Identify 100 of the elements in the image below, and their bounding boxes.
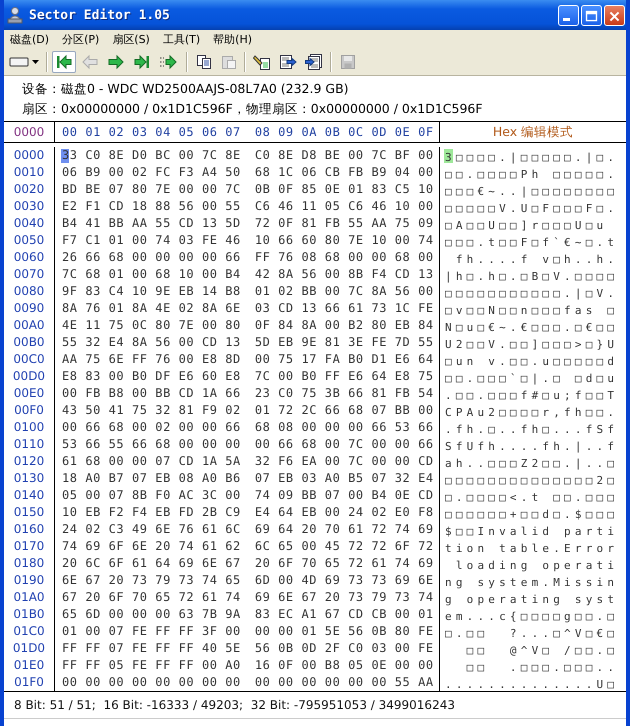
save-icon bbox=[340, 54, 356, 70]
menu-item[interactable]: 工具(T) bbox=[160, 32, 208, 47]
offset-cell: 0100 bbox=[14, 419, 44, 436]
text-cell: tion table.Error bbox=[445, 542, 618, 555]
hex-bytes: 6E 67 20 73 79 73 74 65 bbox=[62, 572, 241, 589]
offset-cell: 0040 bbox=[14, 215, 44, 232]
hex-bytes: 00 FB B8 00 BB CD 1A 66 bbox=[62, 385, 241, 402]
hex-bytes: 00 00 00 00 00 00 00 00 bbox=[62, 674, 241, 691]
offset-cell: 00D0 bbox=[12, 368, 46, 385]
hex-bytes: 83 EC A1 67 CD CB 00 01 bbox=[254, 606, 434, 623]
hex-bytes: 6D 00 4D 69 73 73 69 6E bbox=[254, 572, 434, 589]
minimize-button[interactable] bbox=[558, 4, 579, 26]
hex-bytes: 61 68 00 00 07 CD 1A 5A bbox=[62, 453, 241, 470]
hex-bytes: 65 6D 00 00 00 63 7B 9A bbox=[62, 606, 241, 623]
offset-cell: 0180 bbox=[14, 555, 44, 572]
hex-bytes: 05 00 07 8B F0 AC 3C 00 bbox=[62, 487, 241, 504]
offset-cell: 01D0 bbox=[12, 640, 46, 657]
offset-cell: 00A0 bbox=[13, 317, 45, 334]
menu-item[interactable]: 分区(P) bbox=[60, 32, 106, 47]
offset-cell: 0110 bbox=[14, 436, 44, 453]
offset-cell: 0060 bbox=[14, 249, 44, 266]
hex-bytes: 6C 65 00 45 72 72 6F 72 bbox=[254, 538, 434, 555]
menu-item[interactable]: 帮助(H) bbox=[211, 32, 260, 47]
hex-bytes: B4 41 BB AA 55 CD 13 5D bbox=[62, 215, 241, 232]
hex-bytes: 4E 11 75 0C 80 7E 00 80 bbox=[62, 317, 241, 334]
text-cell-text: □A□□U□□]r□□□U□u bbox=[445, 219, 608, 232]
offset-cell: 01B0 bbox=[13, 606, 45, 623]
hex-bytes: 10 EB F2 F4 EB FD 2B C9 bbox=[62, 504, 241, 521]
hex-bytes: 00 00 01 5E 56 0B 80 FE bbox=[254, 623, 434, 640]
hex-bytes: FF 76 08 68 00 00 68 00 bbox=[254, 249, 434, 266]
hex-bytes: 20 6F 70 65 72 61 74 69 bbox=[254, 555, 434, 572]
maximize-button[interactable] bbox=[581, 4, 602, 26]
offset-cell: 0170 bbox=[14, 538, 44, 555]
hex-bytes: 06 B9 00 02 FC F3 A4 50 bbox=[62, 164, 241, 181]
hex-bytes: 72 0F 81 FB 55 AA 75 09 bbox=[254, 215, 434, 232]
hex-bytes: 67 20 6F 70 65 72 61 74 bbox=[62, 589, 241, 606]
hex-bytes: 26 66 68 00 00 00 00 66 bbox=[62, 249, 241, 266]
text-cell: □□□□□□□□□□□□□□2□ bbox=[445, 474, 618, 487]
toolbar-button[interactable] bbox=[52, 51, 76, 73]
drive-icon bbox=[9, 57, 29, 67]
text-cell: N□u□€~.€□□□.□€□□ bbox=[445, 321, 618, 334]
hex-bytes: 00 66 68 00 7C 00 00 66 bbox=[254, 436, 434, 453]
offset-cell: 01F0 bbox=[14, 674, 44, 691]
hex-bytes: FF FF 07 FE FF FF 40 5E bbox=[62, 640, 241, 657]
hex-bytes: 10 66 60 80 7E 10 00 74 bbox=[254, 232, 434, 249]
offset-cell: 0000 bbox=[14, 147, 44, 164]
offset-cell: 00F0 bbox=[14, 402, 44, 419]
hex-bytes: 03 CD 13 66 61 73 1C FE bbox=[254, 300, 434, 317]
hex-bytes: FF FF 05 FE FF FF 00 A0 bbox=[62, 657, 241, 674]
hex-bytes: 42 8A 56 00 8B F4 CD 13 bbox=[254, 266, 434, 283]
hex-bytes: 5D EB 9E 81 3E FE 7D 55 bbox=[254, 334, 434, 351]
hex-bytes: 68 1C 06 CB FB B9 04 00 bbox=[254, 164, 434, 181]
offset-cell: 0090 bbox=[14, 300, 44, 317]
offset-cell: 00C0 bbox=[13, 351, 45, 368]
text-cell: □□□€~..|□□□□□□□□ bbox=[445, 185, 618, 198]
mode-label: Hex 编辑模式 bbox=[492, 124, 574, 140]
text-cell: em...c{□□□□g□□.□ bbox=[445, 610, 618, 623]
text-cell: ah..□□□Z2□□.|..□ bbox=[445, 457, 618, 470]
text-cell: .fh.□..fh□...fSf bbox=[445, 423, 618, 436]
hex-bytes: 55 32 E4 8A 56 00 CD 13 bbox=[62, 334, 241, 351]
text-cell: □un v.□□.u□□□□□d bbox=[445, 355, 618, 368]
hex-bytes: 74 09 BB 07 00 B4 0E CD bbox=[254, 487, 434, 504]
menu-item[interactable]: 扇区(S) bbox=[110, 32, 157, 47]
hex-bytes: 9F 83 C4 10 9E EB 14 B8 bbox=[62, 283, 241, 300]
offset-cell: 0070 bbox=[14, 266, 44, 283]
copy-icon bbox=[196, 54, 212, 70]
column-header: 08 09 0A 0B 0C 0D 0E 0F bbox=[254, 125, 434, 139]
offset-cell: 0130 bbox=[14, 470, 44, 487]
hex-bytes: 01 72 2C 66 68 07 BB 00 bbox=[254, 402, 434, 419]
offset-cell: 0030 bbox=[14, 198, 44, 215]
hex-bytes: BD BE 07 80 7E 00 00 7C bbox=[62, 181, 241, 198]
hex-bytes: 53 66 55 66 68 00 00 00 bbox=[62, 436, 241, 453]
offset-cell: 0150 bbox=[14, 504, 44, 521]
offset-cell: 0120 bbox=[14, 453, 44, 470]
offset-cell: 01E0 bbox=[14, 657, 44, 674]
hex-bytes: 23 C0 75 3B 66 81 FB 54 bbox=[254, 385, 434, 402]
menu-item[interactable]: 磁盘(D) bbox=[8, 32, 56, 47]
device-label: 设备：磁盘0 - WDC WD2500AAJS-08L7A0 (232.9 GB) bbox=[22, 80, 350, 98]
text-cell: U2□□V.□□]□□□>□}U bbox=[445, 338, 618, 351]
hex-bytes: AA 75 6E FF 76 00 E8 8D bbox=[62, 351, 241, 368]
close-button[interactable] bbox=[604, 4, 625, 26]
offset-cell: 01A0 bbox=[13, 589, 45, 606]
sector-label: 扇区：0x00000000 / 0x1D1C596F，物理扇区：0x00000000 / 0x1D1C596F bbox=[22, 100, 484, 118]
offset-header: 0000 bbox=[4, 122, 55, 142]
hex-bytes: 69 64 20 70 61 72 74 69 bbox=[254, 521, 434, 538]
hex-bytes: E4 64 EB 00 24 02 E0 F8 bbox=[254, 504, 434, 521]
hex-bytes: 74 69 6F 6E 20 74 61 62 bbox=[62, 538, 241, 555]
status-text: 8 Bit: 51 / 51; 16 Bit: -16333 / 49203; 32 Bit: -795951053 / 3499016243 bbox=[14, 698, 455, 712]
arrow-left-bar-icon bbox=[55, 54, 73, 70]
column-header: 00 01 02 03 04 05 06 07 bbox=[62, 125, 241, 139]
hex-bytes: 68 08 00 00 00 66 53 66 bbox=[254, 419, 434, 436]
text-cell-text: □□ @^V□ /□□.□ bbox=[466, 644, 618, 657]
offset-cell: 00B0 bbox=[13, 334, 45, 351]
hex-bytes: 00 66 68 00 02 00 00 66 bbox=[62, 419, 241, 436]
clipboard-icon bbox=[220, 54, 236, 70]
text-cell: |h□.h□.□B□V.□□□□ bbox=[445, 270, 618, 283]
offset-cell: 0190 bbox=[14, 572, 44, 589]
hex-bytes: 01 00 07 FE FF FF 3F 00 bbox=[62, 623, 241, 640]
offset-cell: 0140 bbox=[14, 487, 44, 504]
hex-bytes: 07 EB 03 A0 B5 07 32 E4 bbox=[254, 470, 434, 487]
